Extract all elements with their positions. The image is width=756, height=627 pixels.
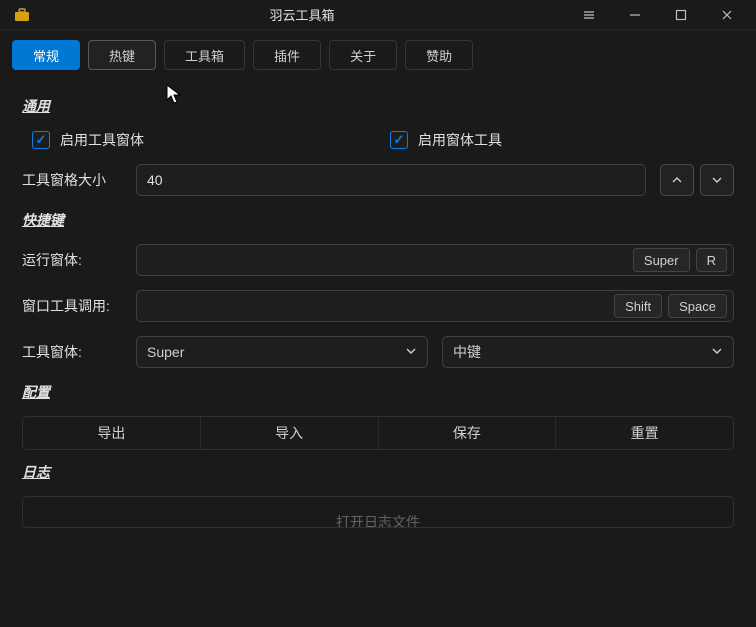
check-icon: ✓	[394, 132, 405, 148]
content-pane: 通用 ✓ 启用工具窗体 ✓ 启用窗体工具 工具窗格大小 40 快捷键 运行窗体:…	[0, 78, 756, 528]
section-log: 日志	[22, 462, 734, 482]
section-general: 通用	[22, 96, 734, 116]
select-mouse-button[interactable]: 中键	[442, 336, 734, 368]
tab-hotkeys[interactable]: 热键	[88, 40, 156, 70]
input-run-window[interactable]: Super R	[136, 244, 734, 276]
key-pill: Super	[633, 248, 690, 272]
btn-save[interactable]: 保存	[378, 417, 556, 449]
tab-bar: 常规 热键 工具箱 插件 关于 赞助	[0, 30, 756, 78]
minimize-button[interactable]	[612, 0, 658, 30]
tab-about[interactable]: 关于	[329, 40, 397, 70]
input-window-tool-call[interactable]: Shift Space	[136, 290, 734, 322]
btn-reset[interactable]: 重置	[555, 417, 733, 449]
section-shortcuts: 快捷键	[22, 210, 734, 230]
pane-size-down[interactable]	[700, 164, 734, 196]
btn-open-log[interactable]: 打开日志文件	[22, 496, 734, 528]
close-button[interactable]	[704, 0, 750, 30]
btn-import[interactable]: 导入	[200, 417, 378, 449]
config-buttons: 导出 导入 保存 重置	[22, 416, 734, 450]
check-icon: ✓	[36, 132, 47, 148]
maximize-button[interactable]	[658, 0, 704, 30]
label-run-window: 运行窗体:	[22, 250, 122, 270]
chevron-down-icon	[405, 344, 417, 360]
label-pane-size: 工具窗格大小	[22, 170, 122, 190]
btn-export[interactable]: 导出	[23, 417, 200, 449]
key-pill: Space	[668, 294, 727, 318]
key-pill: Shift	[614, 294, 662, 318]
key-pill: R	[696, 248, 727, 272]
menu-button[interactable]	[566, 0, 612, 30]
label-window-tool-call: 窗口工具调用:	[22, 296, 122, 316]
checkbox-enable-tool-window[interactable]: ✓	[32, 131, 50, 149]
chevron-down-icon	[711, 344, 723, 360]
checkbox-enable-window-tool[interactable]: ✓	[390, 131, 408, 149]
titlebar: 羽云工具箱	[0, 0, 756, 30]
input-pane-size[interactable]: 40	[136, 164, 646, 196]
select-modifier[interactable]: Super	[136, 336, 428, 368]
tab-toolbox[interactable]: 工具箱	[164, 40, 245, 70]
pane-size-up[interactable]	[660, 164, 694, 196]
label-tool-window: 工具窗体:	[22, 342, 122, 362]
tab-sponsor[interactable]: 赞助	[405, 40, 473, 70]
tab-general[interactable]: 常规	[12, 40, 80, 70]
section-config: 配置	[22, 382, 734, 402]
app-icon	[12, 5, 32, 25]
app-title: 羽云工具箱	[38, 5, 566, 24]
tab-plugins[interactable]: 插件	[253, 40, 321, 70]
label-enable-tool-window: 启用工具窗体	[60, 130, 144, 150]
label-enable-window-tool: 启用窗体工具	[418, 130, 502, 150]
